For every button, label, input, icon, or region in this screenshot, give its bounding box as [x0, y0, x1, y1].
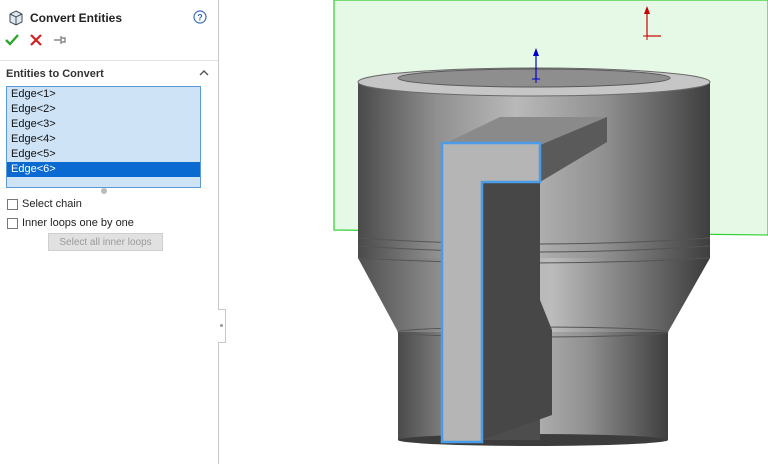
inner-loops-label: Inner loops one by one [22, 217, 134, 229]
list-item-selected[interactable]: Edge<6> [7, 162, 200, 177]
graphics-viewport[interactable] [226, 0, 768, 464]
divider [0, 60, 218, 61]
section-title: Entities to Convert [6, 68, 104, 80]
panel-title: Convert Entities [30, 11, 123, 25]
list-item[interactable]: Edge<2> [7, 102, 200, 117]
cancel-x-icon[interactable] [29, 33, 43, 47]
list-item[interactable]: Edge<3> [7, 117, 200, 132]
ok-checkmark-icon[interactable] [5, 33, 19, 47]
inner-loops-option[interactable]: Inner loops one by one [7, 217, 134, 229]
chevron-up-icon[interactable] [199, 68, 209, 78]
list-resize-handle[interactable] [101, 188, 107, 194]
select-chain-label: Select chain [22, 198, 82, 210]
panel-header: Convert Entities [8, 9, 122, 27]
list-item[interactable]: Edge<1> [7, 87, 200, 102]
panel-collapse-handle[interactable] [218, 309, 226, 343]
select-chain-option[interactable]: Select chain [7, 198, 82, 210]
action-bar [5, 33, 67, 47]
svg-text:?: ? [197, 13, 203, 23]
entities-list[interactable]: Edge<1> Edge<2> Edge<3> Edge<4> Edge<5> … [6, 86, 201, 188]
list-item[interactable]: Edge<4> [7, 132, 200, 147]
help-icon[interactable]: ? [193, 10, 207, 24]
list-item[interactable]: Edge<5> [7, 147, 200, 162]
convert-entities-icon [9, 10, 23, 26]
inner-loops-checkbox[interactable] [7, 217, 18, 229]
property-manager-panel: Convert Entities ? Entities to Convert E… [0, 0, 219, 464]
select-chain-checkbox[interactable] [7, 198, 18, 210]
select-all-inner-loops-button[interactable]: Select all inner loops [48, 233, 163, 251]
pushpin-icon[interactable] [53, 33, 67, 47]
